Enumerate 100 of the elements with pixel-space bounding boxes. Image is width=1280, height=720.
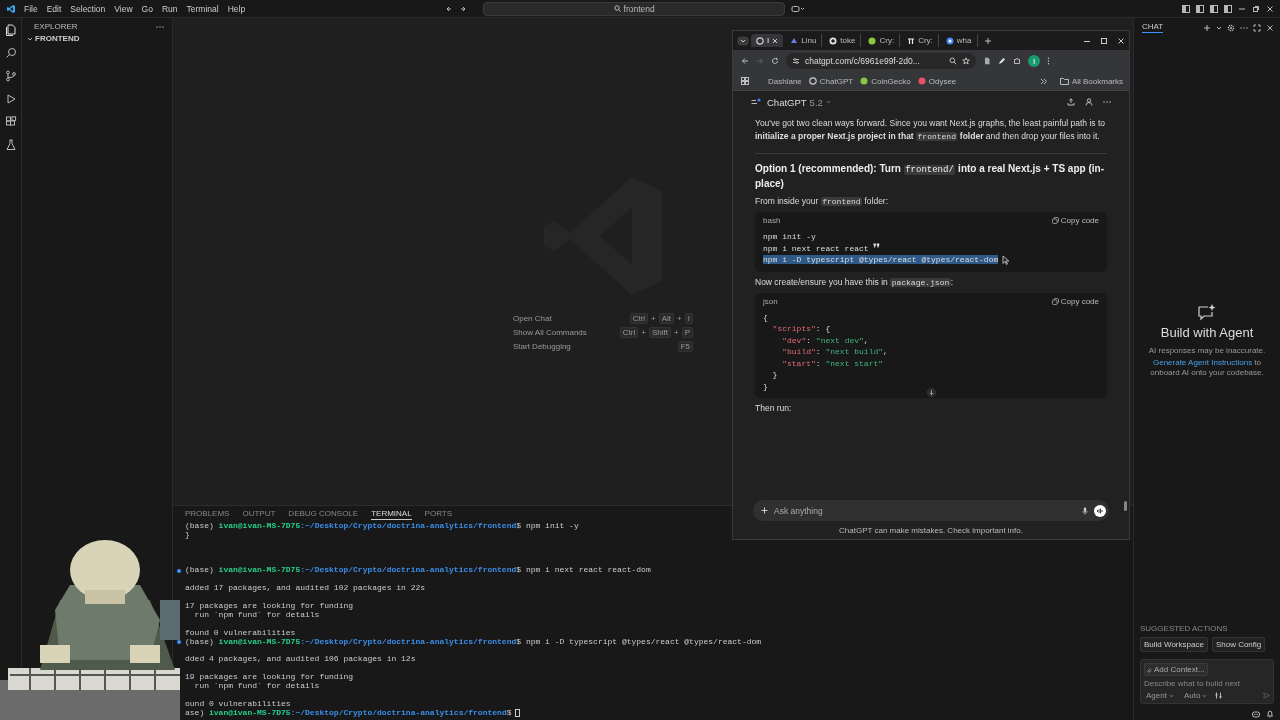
- restore-icon[interactable]: [1252, 4, 1260, 13]
- apps-grid-icon[interactable]: [741, 77, 749, 85]
- profile-avatar[interactable]: I: [1028, 55, 1040, 67]
- copilot-status-icon[interactable]: [1252, 710, 1260, 718]
- scroll-down-icon[interactable]: [927, 388, 936, 397]
- close-tab-icon[interactable]: [772, 37, 779, 44]
- more-icon[interactable]: [1047, 57, 1050, 65]
- bookmark[interactable]: ChatGPT: [808, 76, 854, 86]
- back-arrow-icon[interactable]: [445, 4, 454, 13]
- sidebar-toggle-icon[interactable]: [1182, 4, 1190, 13]
- bookmark[interactable]: Dashlane: [768, 76, 802, 86]
- dropdown-button[interactable]: Auto: [1181, 691, 1210, 700]
- close-icon[interactable]: [1266, 23, 1274, 32]
- code-line: "dev": "next dev",: [781, 335, 869, 345]
- menu-item[interactable]: Help: [227, 3, 246, 14]
- close-icon[interactable]: [1117, 36, 1125, 45]
- app-logo-icon: [6, 3, 16, 14]
- microphone-icon[interactable]: [1082, 506, 1088, 515]
- browser-tab[interactable]: I: [751, 34, 784, 47]
- terminal-line: ound 0 vulnerabilities: [185, 699, 291, 709]
- zoom-icon[interactable]: [949, 57, 957, 65]
- site-icon: [945, 36, 954, 45]
- flask-icon[interactable]: [4, 139, 17, 151]
- secondary-sidebar-toggle-icon[interactable]: [1210, 4, 1218, 13]
- terminal-line: 19 packages are looking for funding: [185, 673, 354, 683]
- panel-tab[interactable]: TERMINAL: [371, 509, 412, 520]
- browser-tab[interactable]: Cry:: [902, 34, 939, 47]
- browser-tab[interactable]: wha: [940, 34, 978, 47]
- back-arrow-icon[interactable]: [741, 57, 749, 65]
- reload-icon[interactable]: [771, 57, 779, 65]
- copy-code-button[interactable]: Copy code: [1051, 216, 1099, 225]
- panel-toggle-icon[interactable]: [1196, 4, 1204, 13]
- browser-tab[interactable]: Linu: [785, 34, 823, 47]
- menu-item[interactable]: Go: [141, 3, 153, 14]
- chevron-double-right-icon[interactable]: [1039, 77, 1047, 85]
- menu-item[interactable]: Terminal: [186, 3, 219, 14]
- panel-tab[interactable]: DEBUG CONSOLE: [288, 509, 359, 520]
- close-icon[interactable]: [1266, 4, 1274, 13]
- instructions-link[interactable]: Generate Agent Instructions: [1152, 358, 1253, 367]
- menu-item[interactable]: Edit: [46, 3, 62, 14]
- share-icon[interactable]: [1067, 98, 1075, 106]
- settings-icon[interactable]: [1227, 23, 1235, 32]
- forward-arrow-icon[interactable]: [459, 4, 468, 13]
- search-icon[interactable]: [4, 47, 17, 59]
- search-text: frontend: [623, 3, 655, 14]
- tab-search-icon[interactable]: [737, 35, 749, 46]
- all-bookmarks-button[interactable]: All Bookmarks: [1059, 76, 1123, 86]
- sidebar-icon[interactable]: [751, 98, 761, 106]
- extensions-icon[interactable]: [4, 116, 17, 128]
- suggested-action-button[interactable]: Build Workspace: [1140, 637, 1208, 652]
- voice-mode-icon[interactable]: [1094, 504, 1106, 517]
- maximize-icon[interactable]: [1100, 36, 1108, 45]
- shortcut-label[interactable]: Open Chat: [513, 314, 552, 323]
- bookmark-star-icon[interactable]: [962, 57, 970, 65]
- panel-tab[interactable]: PROBLEMS: [185, 509, 230, 520]
- message-input[interactable]: Ask anything: [753, 500, 1109, 521]
- dropdown-button[interactable]: Agent: [1144, 691, 1176, 700]
- copy-code-button[interactable]: Copy code: [1051, 296, 1099, 306]
- tools-icon[interactable]: [1215, 692, 1223, 699]
- browser-tab[interactable]: toke: [824, 34, 862, 47]
- shortcut-label[interactable]: Show All Commands: [513, 328, 587, 337]
- menu-item[interactable]: Run: [161, 3, 178, 14]
- bell-icon[interactable]: [1266, 710, 1274, 718]
- code-line: {: [763, 312, 768, 322]
- browser-tab[interactable]: Cry:: [863, 34, 901, 47]
- run-debug-icon[interactable]: [4, 93, 17, 105]
- files-icon[interactable]: [4, 24, 17, 36]
- layout-icon[interactable]: [1224, 4, 1232, 13]
- puzzle-icon[interactable]: [1013, 57, 1021, 65]
- source-control-icon[interactable]: [4, 70, 17, 82]
- document-icon[interactable]: [983, 57, 991, 65]
- suggested-action-button[interactable]: Show Config: [1211, 637, 1266, 652]
- panel-tab[interactable]: PORTS: [424, 509, 453, 520]
- model-selector[interactable]: ChatGPT 5.2: [767, 96, 831, 108]
- menu-item[interactable]: View: [114, 3, 133, 14]
- new-tab-icon[interactable]: [983, 36, 992, 45]
- terminal-line: found 0 vulnerabilities: [185, 628, 296, 638]
- chat-input-box[interactable]: Add Context... Describe what to build next Agent Auto: [1140, 659, 1274, 704]
- chevron-down-icon[interactable]: [1216, 24, 1222, 31]
- more-icon[interactable]: [1103, 100, 1111, 104]
- panel-tab[interactable]: OUTPUT: [242, 509, 276, 520]
- person-icon[interactable]: [1085, 98, 1093, 106]
- chat-tab[interactable]: CHAT: [1142, 22, 1164, 33]
- plus-icon[interactable]: [761, 507, 768, 514]
- pen-icon[interactable]: [998, 57, 1006, 65]
- folder-header[interactable]: FRONTEND: [22, 34, 172, 43]
- terminal-prompt-line: ase) ivan@ivan-MS-7D75:~/Desktop/Crypto/doctrina-analytics/frontend$: [185, 708, 512, 718]
- address-bar[interactable]: chatgpt.com/c/6961e99f-2d0...: [786, 53, 976, 69]
- menu-item[interactable]: File: [24, 3, 38, 14]
- add-context-button[interactable]: Add Context...: [1144, 663, 1208, 676]
- plus-icon[interactable]: [1203, 23, 1211, 32]
- disclaimer-text: AI responses may be inaccurate.: [1148, 346, 1266, 356]
- shortcut-label[interactable]: Start Debugging: [513, 342, 571, 351]
- bookmark[interactable]: Odysee: [917, 76, 957, 86]
- copilot-icon[interactable]: [791, 4, 806, 13]
- command-search-field[interactable]: frontend: [483, 1, 786, 16]
- bookmark[interactable]: CoinGecko: [860, 76, 911, 86]
- menu-item[interactable]: Selection: [70, 3, 106, 14]
- quote-icon[interactable]: [872, 242, 880, 248]
- maximize-icon[interactable]: [1253, 23, 1261, 32]
